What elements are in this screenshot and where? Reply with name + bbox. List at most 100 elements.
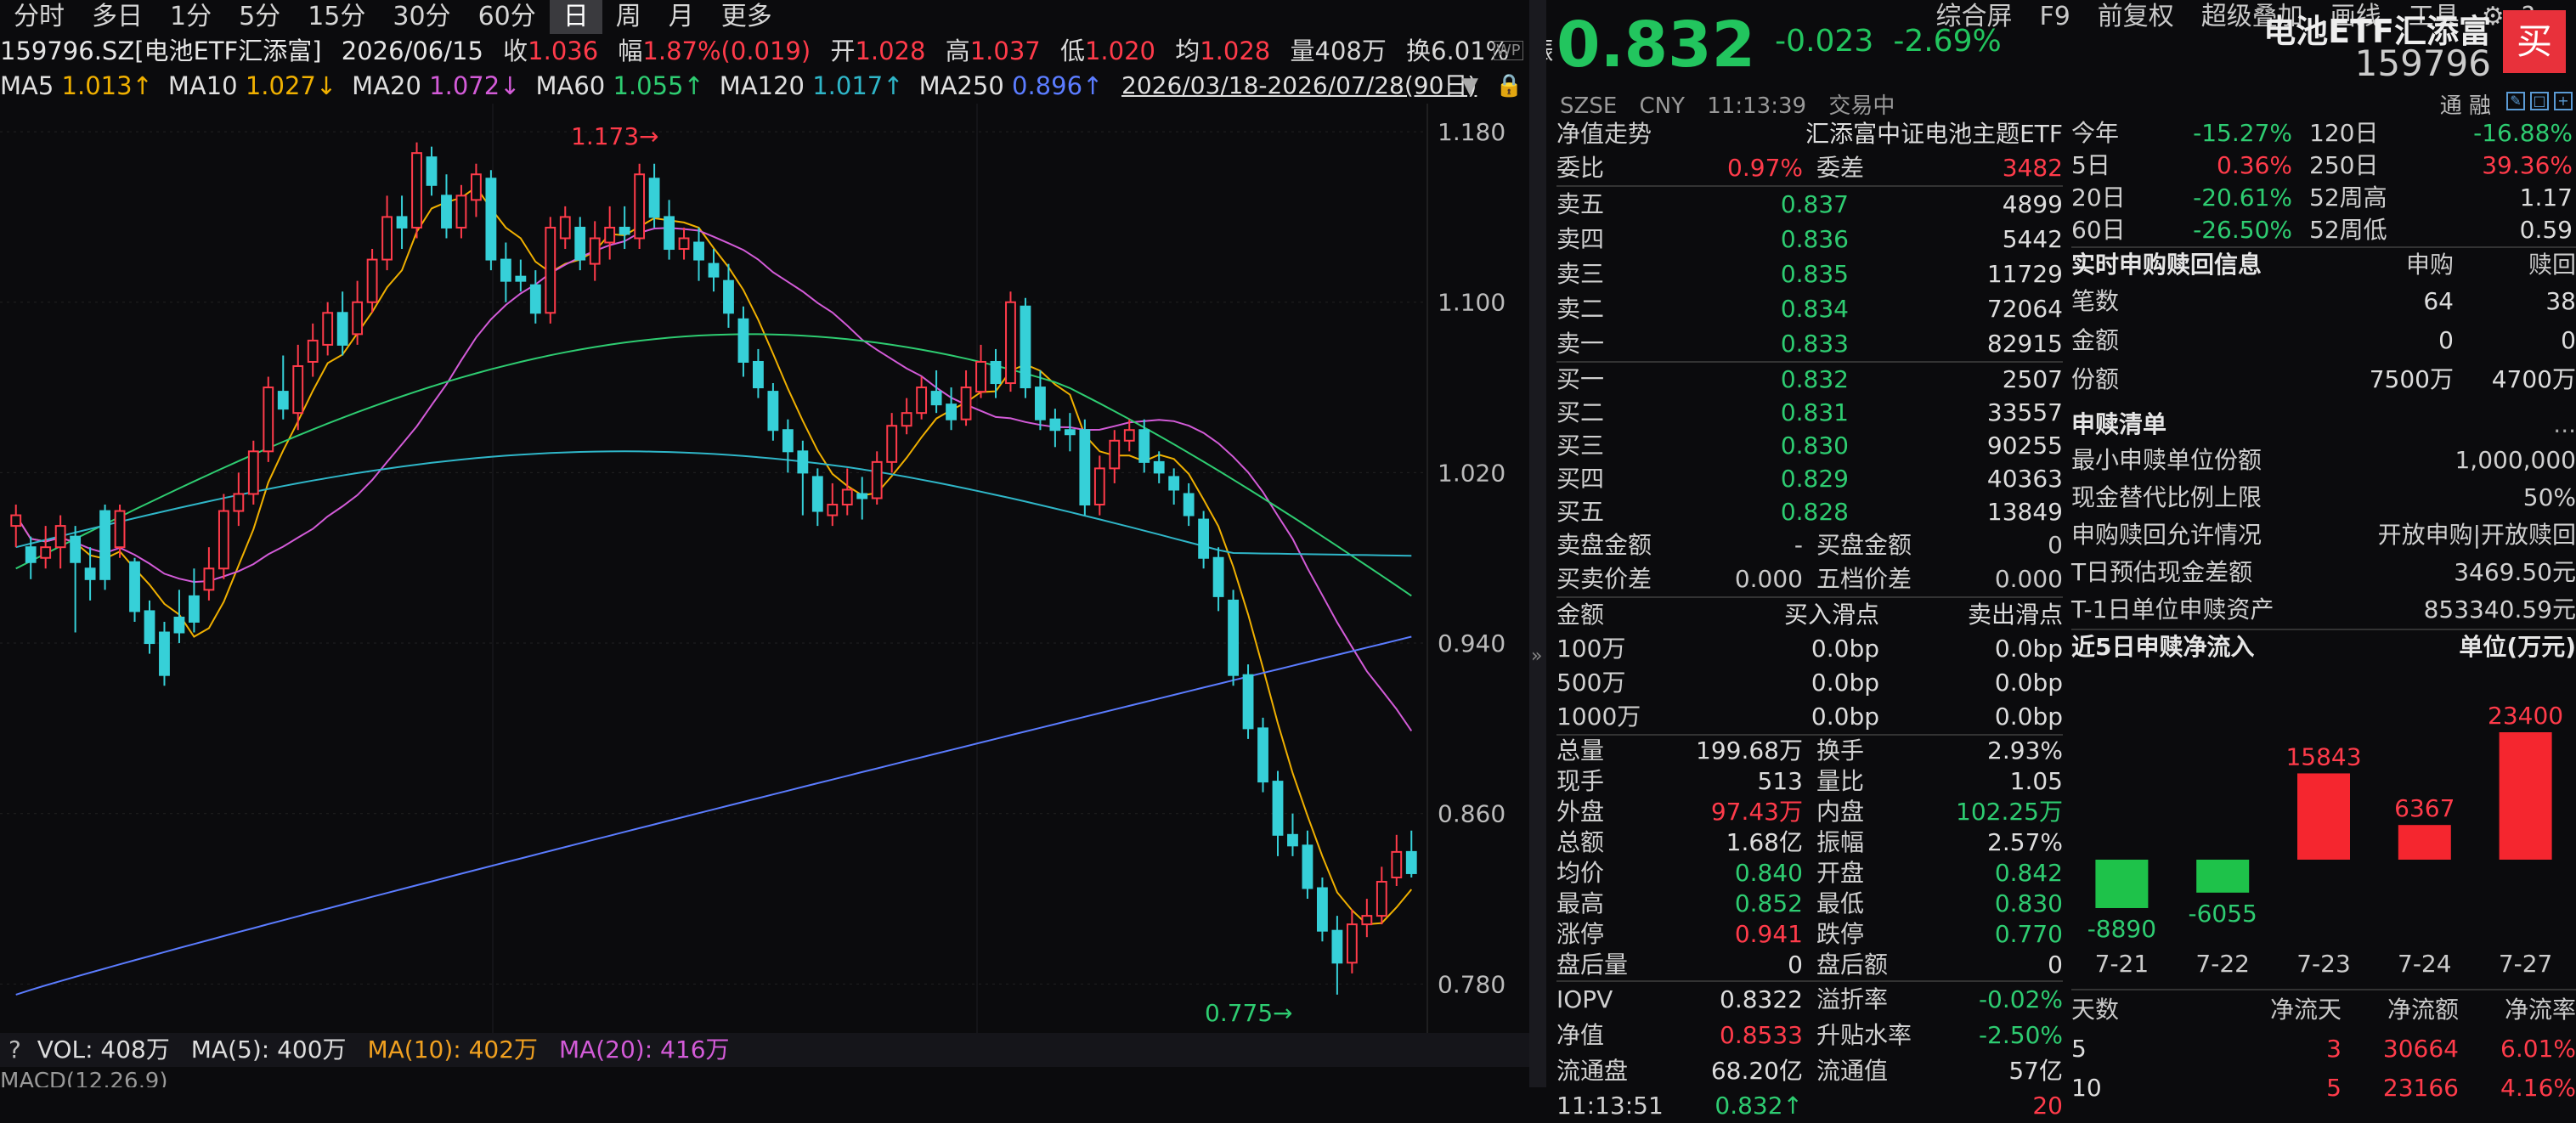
subscribe-value: 64 <box>2423 287 2454 315</box>
creation-list-header: 申赎清单... <box>2071 408 2576 442</box>
period-tab[interactable]: 月 <box>655 0 708 34</box>
creation-list-value: 开放申购|开放赎回 <box>2377 521 2576 549</box>
ma-value: 1.072↓ <box>429 71 521 100</box>
candle-body <box>217 510 229 570</box>
y-tick-label: 0.940 <box>1438 629 1505 657</box>
stat-value: 199.68万 <box>1696 736 1803 765</box>
ma-value: 1.027↓ <box>245 71 337 100</box>
ma-legend-item: MA60 1.055↑ <box>535 71 703 100</box>
perf-row: 20日 -20.61% 52周高 1.17 <box>2071 182 2576 214</box>
date-label: 2026/06/15 <box>341 37 483 65</box>
ask-price: 0.836 <box>1780 225 1849 253</box>
period-tab[interactable]: 周 <box>602 0 655 34</box>
net-inflow-chart-wrap: -8890 7-21 -6055 7-22 15843 7-23 6367 7-24 23400… <box>2071 664 2576 989</box>
creation-list-value: 1,000,000 <box>2455 446 2576 474</box>
bid-price: 0.830 <box>1780 432 1849 460</box>
period-tab[interactable]: 分时 <box>0 0 78 34</box>
creation-list-value: 3469.50元 <box>2454 558 2576 586</box>
candle-body <box>782 429 794 453</box>
inflow-bar <box>2297 773 2350 860</box>
weicha-label: 委差 <box>1816 154 1865 182</box>
stat-value: 0.770 <box>1994 920 2063 948</box>
ask-label: 卖四 <box>1556 225 1605 253</box>
candle-body <box>233 493 245 512</box>
more-icon[interactable]: ... <box>2553 408 2576 442</box>
security-code: 159796 <box>2354 42 2491 84</box>
market-label: SZSE <box>1560 93 1618 119</box>
exchange-line: SZSE CNY 11:13:39 交易中 <box>1560 88 1910 120</box>
slip-amount: 100万 <box>1556 635 1626 663</box>
creation-list-title: 申赎清单 <box>2071 410 2167 438</box>
candle-body <box>366 258 378 303</box>
candle-body <box>827 504 839 516</box>
candle-body <box>1153 460 1165 474</box>
stat-value: 2.93% <box>1987 736 2063 765</box>
period-tab[interactable]: 5分 <box>225 0 294 34</box>
stat-value: 0.840 <box>1734 859 1803 887</box>
slip-amount-header: 金额 <box>1556 601 1605 629</box>
five-spread-value: 0.000 <box>1994 565 2063 593</box>
subscription-label: 份额 <box>2071 365 2120 393</box>
candle-body <box>307 339 319 363</box>
tick-volume: 20 <box>2032 1092 2063 1120</box>
panel-splitter[interactable]: » <box>1529 0 1546 1087</box>
open-field: 开1.028 <box>830 37 926 65</box>
perf-value: 39.36% <box>2482 151 2573 179</box>
candle-body <box>545 226 556 314</box>
period-tab[interactable]: 日 <box>549 0 602 34</box>
inflow-bar <box>2499 732 2552 860</box>
ask-volume: 82915 <box>1986 330 2063 358</box>
ma-legend-item: MA250 0.896↑ <box>919 71 1104 100</box>
candle-body <box>529 284 541 314</box>
candle-body <box>559 216 571 240</box>
nav-trend-link[interactable]: 净值走势 <box>1556 117 1684 151</box>
iopv-value: -2.50% <box>1978 1021 2063 1049</box>
candle-body <box>871 460 883 499</box>
vol-expand-icon[interactable]: ? <box>8 1036 21 1064</box>
candle-body <box>753 360 764 389</box>
bid-label: 买五 <box>1556 498 1605 526</box>
spread-label: 买卖价差 <box>1556 565 1652 593</box>
stat-value: 2.57% <box>1987 828 2063 856</box>
perf-row: 今年 -15.27% 120日 -16.88% <box>2071 117 2576 150</box>
kline-chart[interactable]: 1.180 1.100 1.020 0.940 0.860 0.780 1.173→ 0.77… <box>0 104 1529 1033</box>
ma-legend-item: MA20 1.072↓ <box>352 71 520 100</box>
subscription-label: 笔数 <box>2071 287 2120 315</box>
candle-body <box>411 152 422 229</box>
period-tab[interactable]: 1分 <box>156 0 225 34</box>
creation-list-row: 现金替代比例上限 50% <box>2071 479 2576 516</box>
avg-field: 均1.028 <box>1175 37 1271 65</box>
wp-icon[interactable]: WP <box>1494 41 1523 60</box>
period-tab[interactable]: 多日 <box>78 0 156 34</box>
ma-label: MA60 <box>535 71 613 100</box>
stat-value: 1.68亿 <box>1726 828 1803 856</box>
period-tab[interactable]: 30分 <box>379 0 464 34</box>
period-tab[interactable]: 更多 <box>708 0 786 34</box>
net-inflow-title: 近5日申赎净流入 <box>2071 633 2255 661</box>
date-range-selector[interactable]: 2026/03/18-2026/07/28(90日) <box>1121 68 1477 104</box>
inflow-date-label: 7-21 <box>2095 950 2149 978</box>
period-tab[interactable]: 15分 <box>294 0 379 34</box>
edit-icon[interactable]: ✎ <box>2506 92 2525 110</box>
candle-body <box>129 561 140 612</box>
stat-row: 涨停 0.941 跌停 0.770 <box>1556 919 2063 950</box>
buy-button[interactable]: 买 <box>2503 10 2566 73</box>
inflow-value-label: -6055 <box>2189 900 2257 928</box>
date-dropdown-icon[interactable]: ▼ <box>1461 73 1478 99</box>
candle-body <box>292 364 304 415</box>
candle-body <box>1079 429 1091 506</box>
ma-label: MA20 <box>352 71 430 100</box>
lock-icon[interactable]: 🔒 <box>1495 73 1522 99</box>
iopv-label: 流通盘 <box>1556 1057 1629 1085</box>
candle-body <box>708 262 720 278</box>
slippage-row: 100万 0.0bp 0.0bp <box>1556 632 2063 666</box>
candle-body <box>664 216 675 251</box>
candle-body <box>54 525 66 549</box>
period-tab[interactable]: 60分 <box>465 0 550 34</box>
add-icon[interactable]: + <box>2554 92 2573 110</box>
window-icon[interactable]: □ <box>2530 92 2549 110</box>
collapse-icon[interactable]: » <box>1531 646 1542 667</box>
creation-list-label: T-1日单位申赎资产 <box>2071 595 2274 624</box>
bid-price: 0.832 <box>1780 365 1849 393</box>
inflow-table-header: 天数 <box>2071 996 2120 1024</box>
